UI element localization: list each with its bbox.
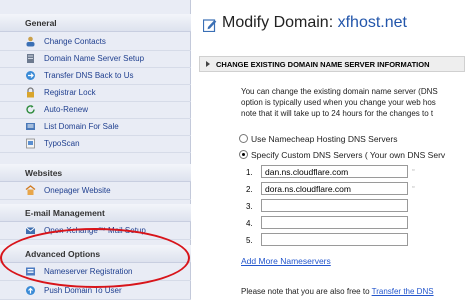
- sidebar-item-auto-renew[interactable]: Auto-Renew: [0, 102, 191, 119]
- nameserver-number: 2.: [246, 185, 253, 194]
- bottom-note: Please note that you are also free to Tr…: [241, 287, 434, 296]
- sidebar-item-registrar-lock[interactable]: Registrar Lock: [0, 85, 191, 102]
- sale-icon: [26, 123, 35, 130]
- add-more-nameservers-link[interactable]: Add More Nameservers: [241, 256, 331, 266]
- triangle-right-icon: [206, 61, 210, 67]
- transfer-dns-link[interactable]: Transfer the DNS: [372, 287, 434, 296]
- description-line: option is typically used when you change…: [241, 98, 436, 107]
- transfer-icon: [26, 71, 35, 80]
- sidebar-item-label: TypoScan: [44, 139, 80, 148]
- bottom-note-text: Please note that you are also free to: [241, 287, 370, 296]
- required-mark: ▫: [412, 184, 415, 191]
- radio-namecheap-dns[interactable]: Use Namecheap Hosting DNS Servers: [239, 134, 397, 144]
- nameserver-2-input[interactable]: [261, 182, 408, 195]
- nameserver-4-input[interactable]: [261, 216, 408, 229]
- sidebar-item-label: Change Contacts: [44, 37, 106, 46]
- nameserver-icon: [26, 267, 35, 276]
- section-bar[interactable]: CHANGE EXISTING DOMAIN NAME SERVER INFOR…: [199, 56, 465, 72]
- radio-custom-dns[interactable]: Specify Custom DNS Servers ( Your own DN…: [239, 150, 445, 160]
- radio-button[interactable]: [239, 150, 248, 159]
- sidebar-item-label: Transfer DNS Back to Us: [44, 71, 134, 80]
- push-icon: [26, 286, 35, 295]
- title-prefix: Modify Domain:: [222, 14, 334, 31]
- required-mark: ▫: [412, 167, 415, 174]
- contacts-icon: [26, 36, 35, 47]
- description-line: note that it will take up to 24 hours fo…: [241, 109, 434, 118]
- radio-button[interactable]: [239, 134, 248, 143]
- sidebar-item-list-domain-for-sale[interactable]: List Domain For Sale: [0, 119, 191, 136]
- radio-label: Specify Custom DNS Servers ( Your own DN…: [251, 150, 446, 160]
- sidebar-item-domain-name-server-setup[interactable]: Domain Name Server Setup: [0, 51, 191, 68]
- nameserver-5-input[interactable]: [261, 233, 408, 246]
- nameserver-number: 5.: [246, 236, 253, 245]
- sidebar-item-label: Push Domain To User: [44, 286, 122, 295]
- website-icon: [25, 185, 36, 195]
- section-bar-label: CHANGE EXISTING DOMAIN NAME SERVER INFOR…: [216, 60, 430, 69]
- nameserver-number: 1.: [246, 168, 253, 177]
- section-heading-advanced: Advanced Options: [0, 245, 191, 263]
- sidebar-item-label: Auto-Renew: [44, 105, 89, 114]
- nameserver-1-input[interactable]: [261, 165, 408, 178]
- typoscan-icon: [26, 138, 35, 149]
- sidebar-item-change-contacts[interactable]: Change Contacts: [0, 34, 191, 51]
- sidebar-item-open-xchange-mail[interactable]: Open-Xchange™ Mail Setup: [0, 223, 191, 240]
- sidebar-item-typoscan[interactable]: TypoScan: [0, 136, 191, 153]
- sidebar-item-label: Registrar Lock: [44, 88, 96, 97]
- main-panel: Modify Domain: xfhost.net CHANGE EXISTIN…: [191, 0, 465, 300]
- sidebar-item-transfer-dns[interactable]: Transfer DNS Back to Us: [0, 68, 191, 85]
- server-icon: [27, 54, 34, 63]
- edit-icon: [203, 19, 217, 32]
- lock-icon: [27, 87, 34, 98]
- sidebar-item-onepager-website[interactable]: Onepager Website: [0, 183, 191, 200]
- section-heading-email: E-mail Management: [0, 204, 191, 222]
- sidebar-item-label: Open-Xchange™ Mail Setup: [44, 226, 146, 235]
- sidebar-item-label: Onepager Website: [44, 186, 111, 195]
- mail-icon: [25, 227, 36, 234]
- sidebar-item-push-domain[interactable]: Push Domain To User: [0, 283, 191, 300]
- radio-label: Use Namecheap Hosting DNS Servers: [251, 134, 398, 144]
- sidebar-item-label: Nameserver Registration: [44, 267, 133, 276]
- page-title: Modify Domain: xfhost.net: [222, 14, 407, 32]
- sidebar-item-label: Domain Name Server Setup: [44, 54, 145, 63]
- sidebar-item-nameserver-registration[interactable]: Nameserver Registration: [0, 264, 191, 281]
- domain-name: xfhost.net: [337, 14, 407, 31]
- description-line: You can change the existing domain name …: [241, 87, 438, 96]
- nameserver-number: 3.: [246, 202, 253, 211]
- sidebar-item-label: List Domain For Sale: [44, 122, 119, 131]
- nameserver-3-input[interactable]: [261, 199, 408, 212]
- section-heading-general: General: [0, 14, 191, 32]
- description-text: You can change the existing domain name …: [241, 86, 465, 119]
- renew-icon: [26, 105, 35, 114]
- sidebar: General Change Contacts Domain Name Serv…: [0, 0, 191, 300]
- section-heading-websites: Websites: [0, 164, 191, 182]
- nameserver-number: 4.: [246, 219, 253, 228]
